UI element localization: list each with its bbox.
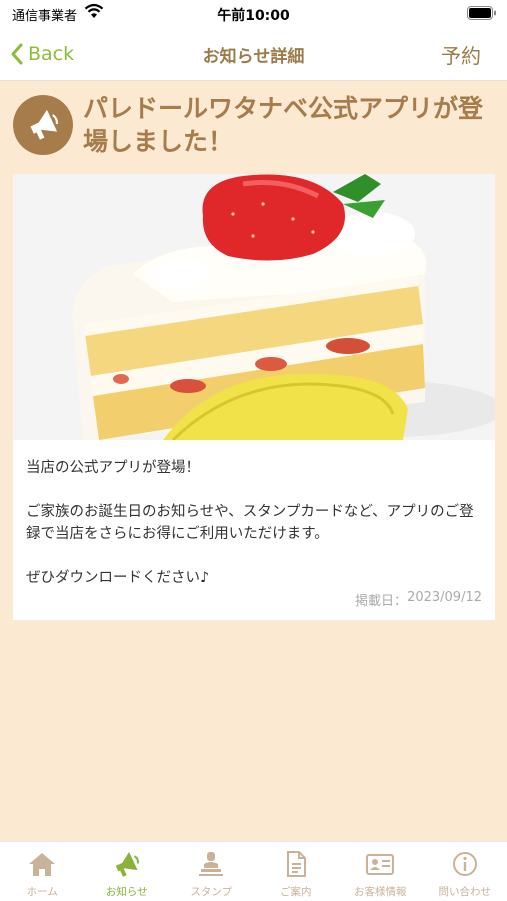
reserve-button[interactable]: 予約	[441, 40, 481, 69]
megaphone-icon	[112, 850, 142, 878]
tab-home[interactable]: ホーム	[0, 842, 85, 901]
tab-label: お客様情報	[354, 884, 407, 899]
navigation-bar: Back お知らせ詳細 予約	[0, 28, 507, 81]
notice-body-line: ご家族のお誕生日のお知らせや、スタンプカードなど、アプリのご登録で当店をさらにお…	[26, 501, 486, 545]
battery-icon	[467, 6, 497, 20]
megaphone-icon	[13, 95, 73, 155]
tab-label: ホーム	[27, 884, 58, 899]
posted-date-value: 2023/09/12	[407, 590, 482, 609]
page-title: お知らせ詳細	[0, 42, 507, 67]
tab-label: 問い合わせ	[439, 884, 492, 899]
notice-card: 当店の公式アプリが登場！ ご家族のお誕生日のお知らせや、スタンプカードなど、アプ…	[13, 174, 495, 620]
notice-body: 当店の公式アプリが登場！ ご家族のお誕生日のお知らせや、スタンプカードなど、アプ…	[26, 457, 486, 589]
document-icon	[281, 850, 311, 878]
status-bar: 通信事業者 午前10:00	[0, 0, 507, 28]
posted-date: 掲載日： 2023/09/12	[355, 590, 482, 609]
id-card-icon	[365, 850, 395, 878]
tab-news[interactable]: お知らせ	[85, 842, 170, 901]
stamp-icon	[196, 850, 226, 878]
tab-stamp[interactable]: スタンプ	[169, 842, 254, 901]
tab-label: ご案内	[280, 884, 312, 899]
tab-customer-info[interactable]: お客様情報	[338, 842, 423, 901]
notice-body-line: ぜひダウンロードください♪	[26, 567, 486, 589]
tab-label: スタンプ	[190, 884, 232, 899]
tab-contact[interactable]: 問い合わせ	[423, 842, 507, 901]
info-icon	[450, 850, 480, 878]
notice-title: パレドールワタナベ公式アプリが登場しました！	[83, 92, 495, 158]
strawberry-shortcake-image	[13, 174, 495, 440]
tab-label: お知らせ	[106, 884, 148, 899]
status-time: 午前10:00	[0, 5, 507, 25]
home-icon	[27, 850, 57, 878]
posted-date-label: 掲載日：	[355, 590, 407, 609]
tab-bar: ホーム お知らせ スタンプ ご案内	[0, 841, 507, 901]
notice-body-line: 当店の公式アプリが登場！	[26, 457, 486, 479]
tab-guide[interactable]: ご案内	[254, 842, 339, 901]
